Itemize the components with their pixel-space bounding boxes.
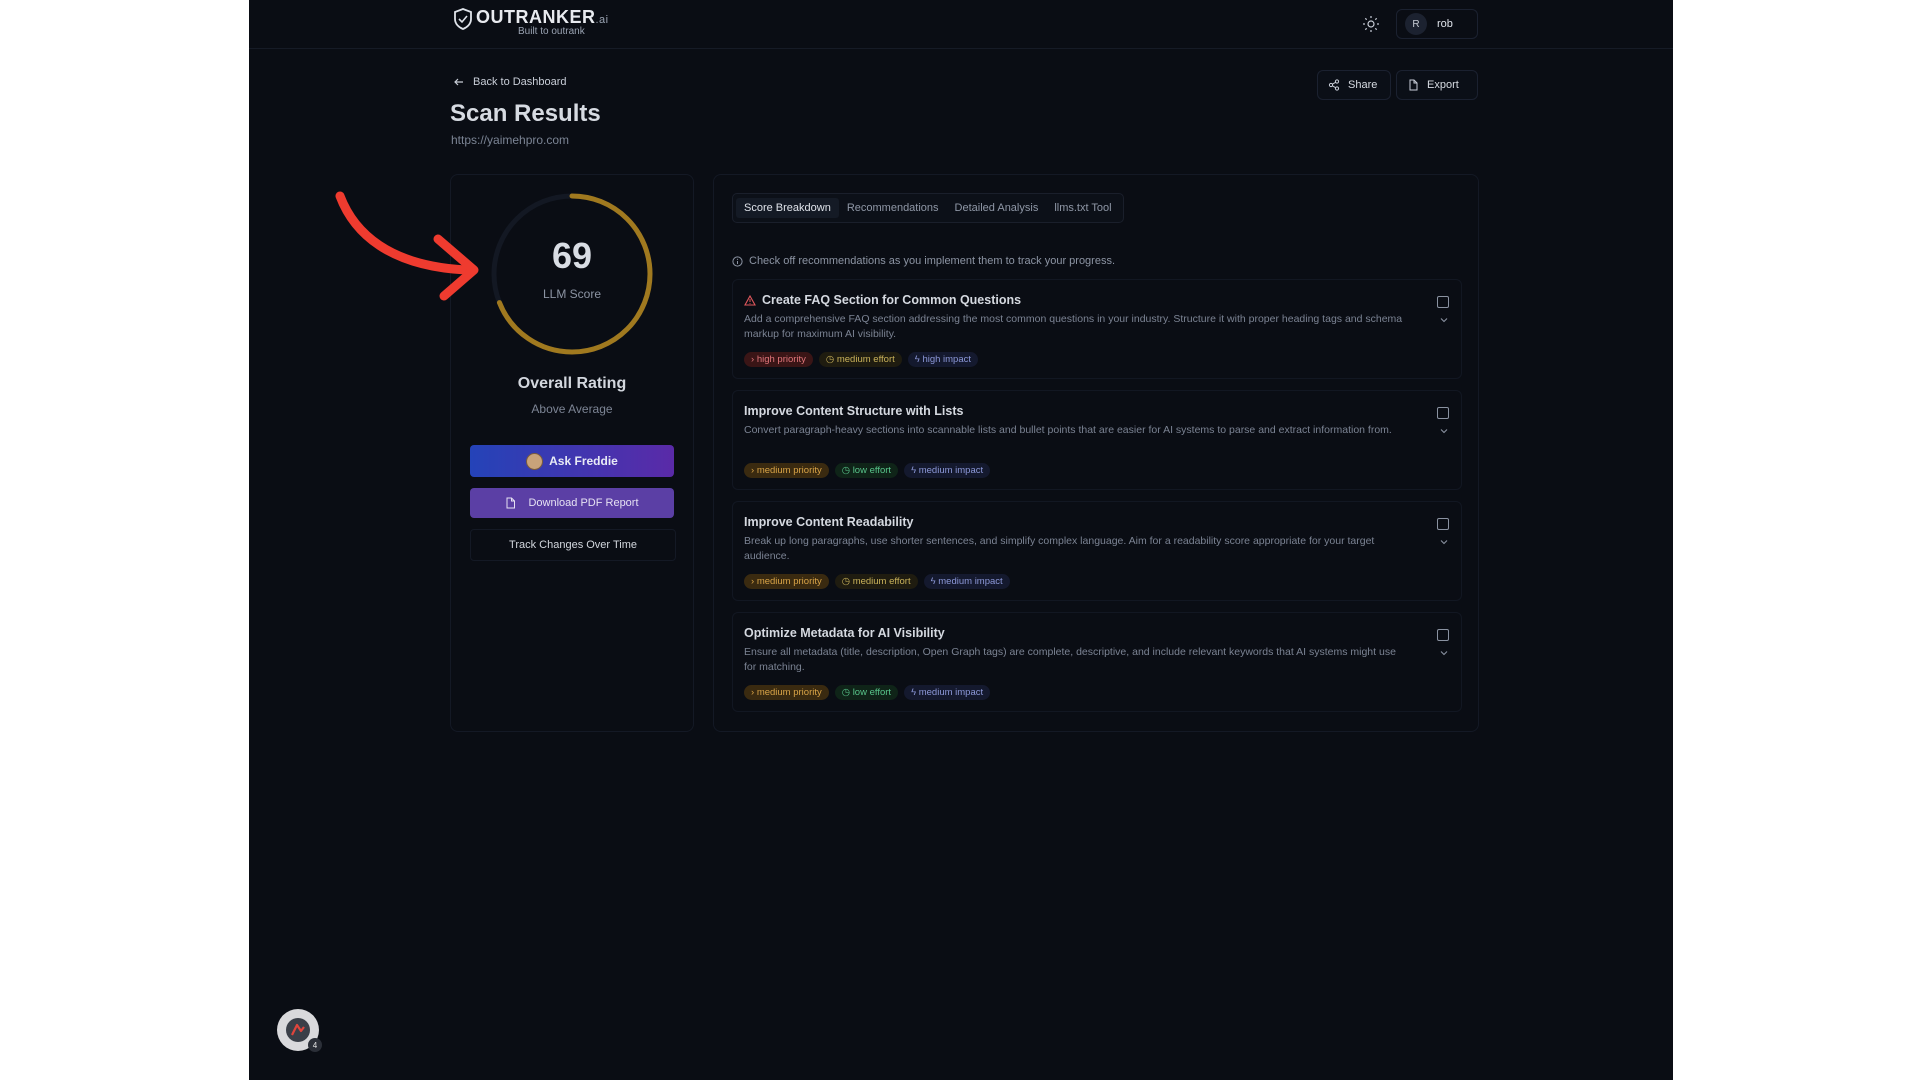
annotation-arrow: [335, 191, 479, 301]
track-changes-button[interactable]: Track Changes Over Time: [470, 529, 676, 561]
recommendation-item[interactable]: Improve Content Readability Break up lon…: [732, 501, 1462, 601]
ask-freddie-button[interactable]: Ask Freddie: [470, 445, 674, 477]
recommendation-badges: › high priority ◷ medium effort ϟ high i…: [744, 352, 984, 367]
recommendation-badges: › medium priority ◷ low effort ϟ medium …: [744, 685, 996, 700]
chevron-down-icon[interactable]: [1439, 427, 1449, 435]
impact-badge: ϟ high impact: [907, 352, 979, 367]
user-menu[interactable]: R rob: [1396, 9, 1478, 39]
recommendation-checkbox[interactable]: [1437, 407, 1449, 419]
effort-badge: ◷ low effort: [834, 463, 899, 478]
chat-logo-icon: [286, 1018, 310, 1042]
impact-badge: ϟ medium impact: [904, 685, 991, 700]
recommendation-title: Optimize Metadata for AI Visibility: [744, 626, 945, 640]
priority-badge: › medium priority: [744, 463, 829, 478]
recommendation-badges: › medium priority ◷ medium effort ϟ medi…: [744, 574, 1016, 589]
recommendation-title: Improve Content Readability: [744, 515, 914, 529]
shield-logo-icon: [454, 8, 472, 30]
recommendation-badges: › medium priority ◷ low effort ϟ medium …: [744, 463, 996, 478]
impact-badge: ϟ medium impact: [923, 574, 1010, 589]
recommendation-item[interactable]: Optimize Metadata for AI Visibility Ensu…: [732, 612, 1462, 712]
recommendation-description: Ensure all metadata (title, description,…: [744, 646, 1396, 673]
download-pdf-button[interactable]: Download PDF Report: [470, 488, 674, 518]
freddie-avatar: [526, 452, 544, 470]
arrow-left-icon: [454, 78, 463, 86]
top-bar: OUTRANKER.ai Built to outrank R rob: [249, 0, 1673, 49]
info-icon: [732, 255, 743, 267]
share-label: Share: [1348, 79, 1378, 91]
priority-badge: › medium priority: [744, 574, 829, 589]
avatar: R: [1405, 13, 1427, 35]
details-card: Score Breakdown Recommendations Detailed…: [713, 174, 1479, 732]
share-button[interactable]: Share: [1317, 70, 1391, 100]
overall-rating-value: Above Average: [531, 402, 613, 416]
chevron-down-icon[interactable]: [1439, 649, 1449, 657]
file-icon: [506, 497, 516, 509]
share-icon: [1328, 79, 1340, 91]
chevron-down-icon[interactable]: [1439, 316, 1449, 324]
progress-hint: Check off recommendations as you impleme…: [732, 255, 1115, 267]
ask-freddie-label: Ask Freddie: [549, 454, 618, 468]
app-frame: OUTRANKER.ai Built to outrank R rob Back…: [249, 0, 1673, 1080]
download-pdf-label: Download PDF Report: [528, 497, 639, 509]
recommendation-item[interactable]: Create FAQ Section for Common Questions …: [732, 279, 1462, 379]
recommendation-description: Add a comprehensive FAQ section addressi…: [744, 313, 1403, 340]
username: rob: [1437, 18, 1453, 30]
recommendation-checkbox[interactable]: [1437, 296, 1449, 308]
file-icon: [1409, 79, 1418, 91]
recommendation-description: Convert paragraph-heavy sections into sc…: [744, 424, 1392, 436]
recommendation-title: Improve Content Structure with Lists: [744, 404, 964, 418]
back-label: Back to Dashboard: [473, 76, 567, 88]
overall-rating-title: Overall Rating: [517, 375, 627, 392]
recommendation-checkbox[interactable]: [1437, 518, 1449, 530]
tab-detailed-analysis[interactable]: Detailed Analysis: [947, 198, 1047, 218]
effort-badge: ◷ medium effort: [834, 574, 918, 589]
export-button[interactable]: Export: [1396, 70, 1478, 100]
sun-icon[interactable]: [1361, 14, 1381, 34]
hint-text: Check off recommendations as you impleme…: [749, 255, 1116, 267]
track-changes-label: Track Changes Over Time: [509, 539, 637, 551]
tab-list: Score Breakdown Recommendations Detailed…: [732, 193, 1124, 223]
notification-count-badge: 4: [308, 1038, 322, 1052]
warning-icon: [744, 294, 756, 306]
logo-wordmark: OUTRANKER.ai: [476, 7, 609, 27]
page-title: Scan Results: [450, 100, 601, 127]
export-label: Export: [1427, 79, 1459, 91]
logo-tagline: Built to outrank: [518, 26, 585, 37]
impact-badge: ϟ medium impact: [904, 463, 991, 478]
effort-badge: ◷ low effort: [834, 685, 899, 700]
recommendation-title: Create FAQ Section for Common Questions: [744, 293, 1021, 307]
scanned-url: https://yaimehpro.com: [451, 133, 570, 147]
priority-badge: › high priority: [744, 352, 813, 367]
priority-badge: › medium priority: [744, 685, 829, 700]
back-to-dashboard-link[interactable]: Back to Dashboard: [453, 76, 567, 88]
logo[interactable]: OUTRANKER.ai Built to outrank: [453, 8, 609, 37]
tab-llms-txt-tool[interactable]: llms.txt Tool: [1046, 198, 1119, 218]
effort-badge: ◷ medium effort: [818, 352, 902, 367]
chevron-down-icon[interactable]: [1439, 538, 1449, 546]
recommendation-description: Break up long paragraphs, use shorter se…: [744, 535, 1375, 562]
recommendation-checkbox[interactable]: [1437, 629, 1449, 641]
recommendation-item[interactable]: Improve Content Structure with Lists Con…: [732, 390, 1462, 490]
tab-recommendations[interactable]: Recommendations: [839, 198, 947, 218]
tab-score-breakdown[interactable]: Score Breakdown: [736, 198, 839, 218]
